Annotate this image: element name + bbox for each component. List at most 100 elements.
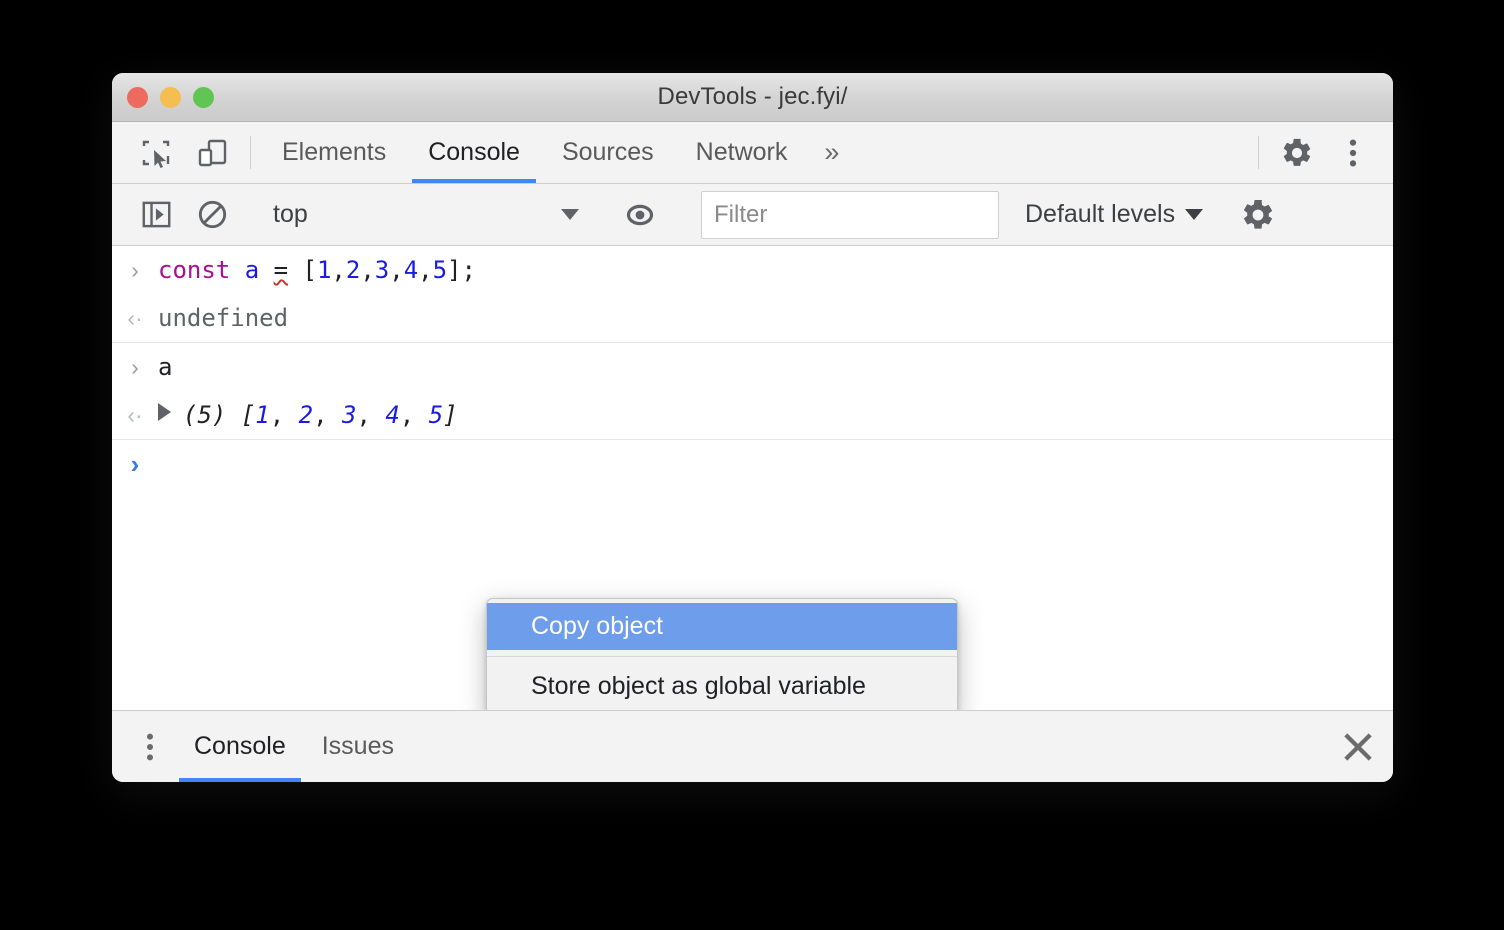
screenshot-root: DevTools - jec.fyi/ Elements Console Sou…: [0, 0, 1504, 930]
drawer-tab-console[interactable]: Console: [176, 711, 304, 782]
context-menu: Copy object Store object as global varia…: [486, 598, 958, 710]
context-menu-item-store-global[interactable]: Store object as global variable: [487, 663, 957, 710]
token-number: 2: [345, 256, 361, 284]
gear-icon: [1240, 197, 1276, 233]
filter-placeholder: Filter: [714, 200, 768, 228]
token-number: 5: [432, 256, 448, 284]
device-toolbar-button[interactable]: [184, 122, 240, 183]
console-output-row: ‹· undefined: [112, 294, 1393, 343]
drawer-tab-issues-label: Issues: [321, 732, 394, 760]
settings-button[interactable]: [1269, 122, 1325, 183]
token-keyword: const: [158, 256, 231, 284]
device-toolbar-icon: [196, 137, 228, 169]
console-prompt-row[interactable]: ›: [112, 440, 1393, 488]
console-input-row: › const a = [1,2,3,4,5];: [112, 246, 1393, 294]
inspect-element-icon: [140, 137, 172, 169]
array-open-bracket: [: [240, 401, 256, 429]
array-close-bracket: ]: [443, 401, 458, 429]
main-toolbar: Elements Console Sources Network »: [112, 122, 1393, 184]
input-chevron-icon: ›: [131, 354, 139, 380]
console-row-marker: ›: [112, 447, 158, 479]
minimize-window-button[interactable]: [160, 86, 181, 108]
console-object-row[interactable]: ‹· (5) [1, 2, 3, 4, 5]: [112, 391, 1393, 440]
console-array-preview[interactable]: (5) [1, 2, 3, 4, 5]: [158, 398, 458, 432]
live-expression-button[interactable]: [612, 201, 668, 229]
clear-console-icon: [197, 199, 228, 230]
token-assignment-operator: =: [273, 256, 289, 284]
tab-sources[interactable]: Sources: [541, 122, 675, 183]
token-open-bracket: [: [302, 256, 317, 284]
token-variable: a: [244, 256, 260, 284]
context-menu-item-copy-object[interactable]: Copy object: [487, 603, 957, 650]
console-sidebar-icon: [141, 199, 172, 230]
console-message-list[interactable]: › const a = [1,2,3,4,5]; ‹· undefined › …: [112, 246, 1393, 710]
console-input-code: const a = [1,2,3,4,5];: [158, 256, 476, 284]
output-chevron-icon: ‹·: [127, 402, 143, 428]
console-row-marker: ›: [112, 253, 158, 285]
close-window-button[interactable]: [127, 86, 148, 108]
window-controls: [127, 73, 214, 121]
kebab-menu-icon: [138, 732, 162, 762]
console-row-marker: ‹·: [112, 301, 158, 333]
array-item: 5: [428, 401, 444, 429]
context-menu-item-label: Store object as global variable: [531, 672, 866, 700]
tab-network-label: Network: [695, 138, 788, 166]
log-levels-select[interactable]: Default levels: [1019, 200, 1209, 229]
filter-input[interactable]: Filter: [701, 190, 999, 239]
devtools-window: DevTools - jec.fyi/ Elements Console Sou…: [112, 73, 1393, 782]
clear-console-button[interactable]: [184, 199, 240, 230]
prompt-chevron-icon: ›: [130, 449, 140, 479]
context-menu-item-label: Copy object: [531, 612, 664, 640]
console-input-row: › a: [112, 343, 1393, 391]
array-item: 3: [341, 401, 357, 429]
eye-icon: [621, 201, 659, 229]
close-icon: [1342, 731, 1374, 763]
more-tabs-button[interactable]: »: [808, 122, 855, 183]
execution-context-value: top: [273, 200, 308, 228]
token-close-bracket: ];: [447, 256, 476, 284]
tab-console[interactable]: Console: [407, 122, 541, 183]
execution-context-select[interactable]: top: [261, 184, 591, 246]
zoom-window-button[interactable]: [193, 86, 214, 108]
tab-network[interactable]: Network: [675, 122, 809, 183]
chevron-down-icon: [561, 209, 579, 220]
window-titlebar: DevTools - jec.fyi/: [112, 73, 1393, 122]
array-length-label: (5): [183, 401, 227, 429]
toolbar-divider: [250, 136, 251, 169]
drawer-close-button[interactable]: [1323, 711, 1393, 782]
token-number: 1: [316, 256, 332, 284]
tab-sources-label: Sources: [561, 138, 654, 166]
console-row-marker: ‹·: [112, 398, 158, 430]
console-row-marker: ›: [112, 350, 158, 382]
token-number: 4: [403, 256, 419, 284]
drawer-toolbar: Console Issues: [112, 710, 1393, 782]
gear-icon: [1280, 136, 1314, 170]
inspect-element-button[interactable]: [128, 122, 184, 183]
main-toolbar-actions: [1248, 122, 1393, 183]
output-chevron-icon: ‹·: [127, 305, 143, 331]
console-sidebar-toggle-button[interactable]: [128, 199, 184, 230]
array-item: 1: [255, 401, 270, 429]
log-levels-label: Default levels: [1025, 200, 1176, 228]
console-output-value: undefined: [158, 304, 289, 332]
chevron-down-icon: [1185, 209, 1204, 220]
toolbar-divider-right: [1258, 136, 1259, 169]
token-number: 3: [374, 256, 390, 284]
array-item: 2: [298, 401, 314, 429]
drawer-tab-console-label: Console: [194, 732, 286, 760]
context-menu-divider: [487, 656, 957, 657]
input-chevron-icon: ›: [131, 257, 139, 283]
console-settings-button[interactable]: [1230, 197, 1286, 233]
array-item: 4: [385, 401, 400, 429]
double-chevron-right-icon: »: [824, 137, 840, 167]
window-title: DevTools - jec.fyi/: [657, 83, 848, 110]
console-input-code: a: [158, 353, 173, 381]
drawer-tab-issues[interactable]: Issues: [304, 711, 412, 782]
expand-triangle-icon[interactable]: [158, 403, 171, 421]
more-options-button[interactable]: [1325, 122, 1381, 183]
tab-elements[interactable]: Elements: [261, 122, 407, 183]
drawer-more-options-button[interactable]: [124, 711, 176, 782]
console-toolbar: top Filter Default levels: [112, 184, 1393, 246]
tab-elements-label: Elements: [282, 138, 387, 166]
